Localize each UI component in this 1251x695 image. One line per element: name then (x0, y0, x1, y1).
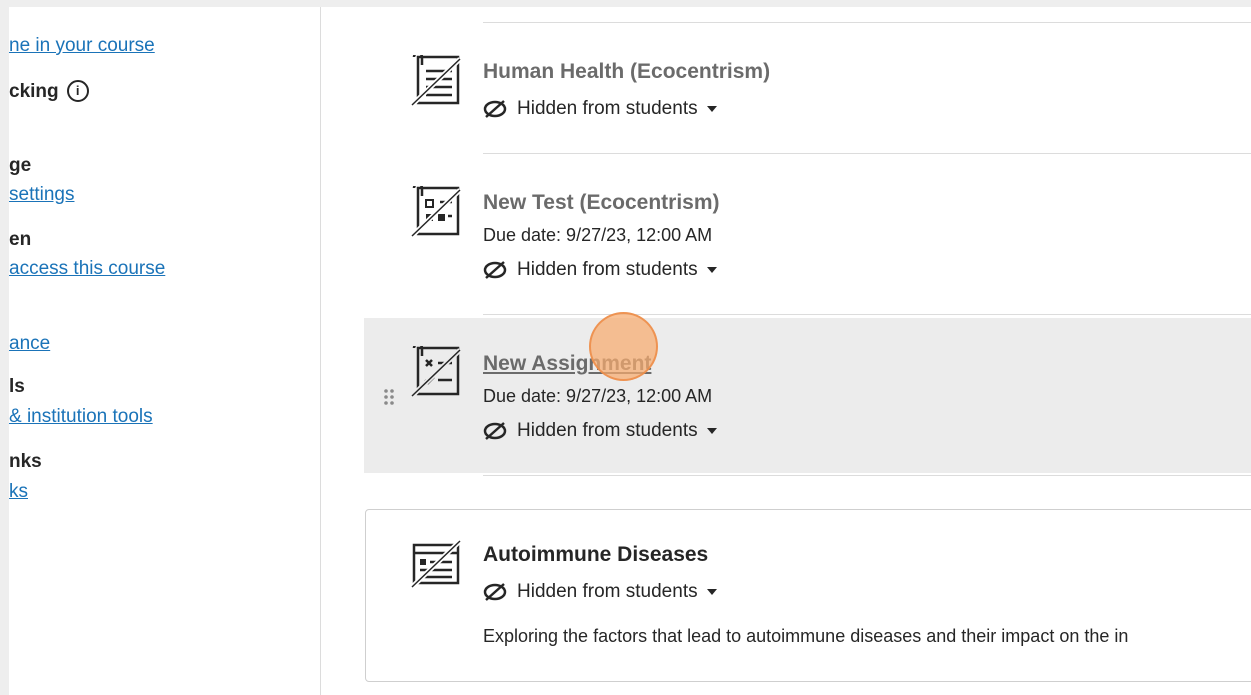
item-title[interactable]: New Test (Ecocentrism) (483, 191, 720, 215)
separator (483, 314, 1251, 315)
sidebar-divider (320, 7, 321, 695)
eye-slash-icon (483, 583, 507, 601)
item-title[interactable]: Autoimmune Diseases (483, 543, 708, 567)
visibility-dropdown[interactable]: Hidden from students (483, 581, 717, 603)
item-description: Exploring the factors that lead to autoi… (483, 626, 1129, 646)
sidebar-heading-tracking-label: cking (9, 81, 59, 102)
sidebar-link-ance[interactable]: ance (9, 333, 50, 355)
item-title[interactable]: Human Health (Ecocentrism) (483, 60, 770, 84)
cursor-highlight (589, 312, 658, 381)
info-icon[interactable]: i (66, 80, 89, 102)
top-border (0, 0, 1251, 7)
sidebar-heading-open: en (9, 229, 32, 250)
visibility-dropdown[interactable]: Hidden from students (483, 259, 717, 281)
visibility-label: Hidden from students (517, 259, 698, 280)
drag-handle-icon[interactable] (383, 387, 395, 407)
sidebar-heading-tracking: cking i (9, 80, 89, 103)
sidebar-heading-tools: ls (9, 376, 25, 397)
visibility-label: Hidden from students (517, 98, 698, 119)
eye-slash-icon (483, 261, 507, 279)
sidebar-link-ks[interactable]: ks (9, 481, 28, 503)
separator (483, 153, 1251, 154)
document-hidden-icon (410, 55, 462, 107)
left-gutter (0, 0, 9, 695)
visibility-dropdown[interactable]: Hidden from students (483, 420, 717, 442)
document-list-hidden-icon (410, 539, 462, 589)
due-date: Due date: 9/27/23, 12:00 AM (483, 225, 713, 245)
sidebar-heading-language: ge (9, 155, 32, 176)
separator (483, 22, 1251, 23)
chevron-down-icon (706, 589, 717, 595)
sidebar-link-in-your-course[interactable]: ne in your course (9, 35, 155, 57)
assignment-hidden-icon (410, 346, 462, 398)
sidebar-link-access-course[interactable]: access this course (9, 258, 165, 280)
eye-slash-icon (483, 422, 507, 440)
visibility-label: Hidden from students (517, 581, 698, 602)
sidebar-heading-links: nks (9, 451, 42, 472)
sidebar-link-institution-tools[interactable]: & institution tools (9, 406, 153, 428)
chevron-down-icon (706, 267, 717, 273)
sidebar-link-settings[interactable]: settings (9, 184, 74, 206)
visibility-label: Hidden from students (517, 420, 698, 441)
chevron-down-icon (706, 106, 717, 112)
eye-slash-icon (483, 100, 507, 118)
test-hidden-icon (410, 186, 462, 238)
chevron-down-icon (706, 428, 717, 434)
due-date: Due date: 9/27/23, 12:00 AM (483, 386, 713, 406)
visibility-dropdown[interactable]: Hidden from students (483, 98, 717, 120)
separator (483, 475, 1251, 476)
